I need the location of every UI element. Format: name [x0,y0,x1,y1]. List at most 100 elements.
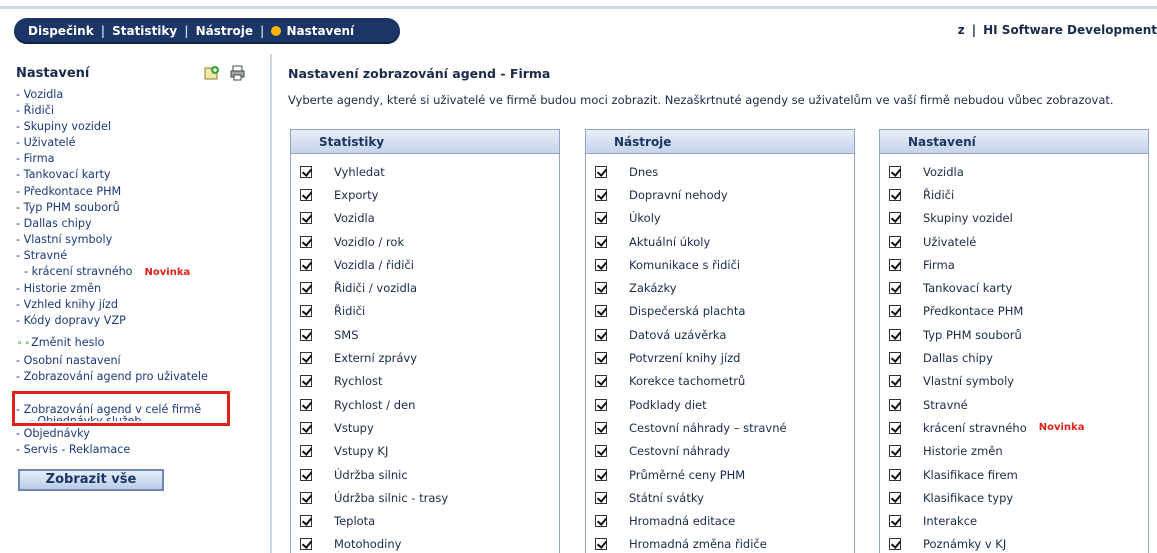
show-all-button[interactable]: Zobrazit vše [18,469,164,491]
agenda-row: Vozidla [291,207,559,230]
sidebar-item-objednavky[interactable]: - Objednávky [16,426,208,442]
sidebar-icons [204,65,246,85]
sidebar-item-stravne[interactable]: - Stravné [16,248,208,264]
agenda-checkbox[interactable] [300,165,312,178]
nav-dispecink[interactable]: Dispečink [28,24,94,38]
agenda-label: Aktuální úkoly [629,234,711,249]
agenda-checkbox[interactable] [595,398,607,411]
agenda-row: Vozidlo / rok [291,230,559,253]
print-icon[interactable] [230,65,246,85]
agenda-checkbox[interactable] [595,491,607,504]
agenda-checkbox[interactable] [889,491,901,504]
agenda-checkbox[interactable] [889,165,901,178]
agenda-checkbox[interactable] [595,212,607,225]
active-dot-icon [271,26,282,36]
agenda-label: Uživatelé [923,234,977,249]
agenda-checkbox[interactable] [889,468,901,481]
column-body: Dnes Dopravní nehody Úkoly Aktuální úkoly Ko… [586,154,854,553]
agenda-checkbox[interactable] [300,188,312,201]
agenda-checkbox[interactable] [889,375,901,388]
sidebar-item-servis-reklamace[interactable]: - Servis - Reklamace [16,442,208,458]
agenda-checkbox[interactable] [595,352,607,365]
agenda-checkbox[interactable] [889,328,901,341]
sidebar-item-vozidla[interactable]: - Vozidla [16,87,208,103]
agenda-row: Vstupy KJ [291,440,559,463]
agenda-checkbox[interactable] [889,421,901,434]
agenda-checkbox[interactable] [300,468,312,481]
column-nastroje: Nástroje Dnes Dopravní nehody Úkoly Aktuáln… [585,129,855,553]
sidebar-title: Nastavení [16,66,90,81]
agenda-checkbox[interactable] [595,305,607,318]
nav-nastroje[interactable]: Nástroje [196,24,253,38]
sidebar-item-kody-dopravy-vzp[interactable]: - Kódy dopravy VZP [16,313,208,329]
agenda-checkbox[interactable] [300,538,312,551]
agenda-checkbox[interactable] [300,398,312,411]
agenda-checkbox[interactable] [595,421,607,434]
agenda-checkbox[interactable] [300,305,312,318]
agenda-label: Tankovací karty [923,281,1013,296]
agenda-checkbox[interactable] [300,235,312,248]
sidebar-item-vlastni-symboly[interactable]: - Vlastní symboly [16,232,208,248]
agenda-checkbox[interactable] [300,212,312,225]
agenda-checkbox[interactable] [889,212,901,225]
agenda-checkbox[interactable] [595,282,607,295]
agenda-checkbox[interactable] [300,445,312,458]
agenda-checkbox[interactable] [889,305,901,318]
sidebar-item-predkontace-phm[interactable]: - Předkontace PHM [16,184,208,200]
add-icon[interactable] [204,65,220,85]
company-name: HI Software Development [983,23,1157,37]
agenda-label: Hromadná změna řidiče [629,537,767,552]
sidebar-item-kraceni-stravneho[interactable]: - krácení stravného Novinka [16,264,208,281]
agenda-checkbox[interactable] [300,375,312,388]
column-statistiky: Statistiky Vyhledat Exporty Vozidla Vozidlo… [290,129,560,553]
nav-statistiky[interactable]: Statistiky [112,24,177,38]
sidebar-item-osobni-nastaveni[interactable]: - Osobní nastavení [16,353,208,369]
agenda-checkbox[interactable] [595,188,607,201]
agenda-checkbox[interactable] [595,445,607,458]
agenda-checkbox[interactable] [889,282,901,295]
sidebar-item-dallas-chipy[interactable]: - Dallas chipy [16,216,208,232]
sidebar-item-firma[interactable]: - Firma [16,151,208,167]
agenda-checkbox[interactable] [300,515,312,528]
agenda-checkbox[interactable] [300,491,312,504]
agenda-checkbox[interactable] [595,515,607,528]
sidebar-item-zobrazovani-agend-uzivatel[interactable]: - Zobrazování agend pro uživatele [16,369,208,385]
agenda-checkbox[interactable] [595,468,607,481]
sidebar-item-historie-zmen[interactable]: - Historie změn [16,281,208,297]
sidebar-item-uzivatele[interactable]: - Uživatelé [16,135,208,151]
agenda-checkbox[interactable] [889,352,901,365]
sidebar-item-typ-phm-souboru[interactable]: - Typ PHM souborů [16,200,208,216]
agenda-checkbox[interactable] [889,188,901,201]
sidebar-item-label: - krácení stravného [24,265,133,279]
agenda-checkbox[interactable] [300,328,312,341]
agenda-checkbox[interactable] [595,328,607,341]
agenda-row: Komunikace s řidiči [586,253,854,276]
agenda-label: Historie změn [923,444,1003,459]
user-separator: | [971,23,977,37]
nav-nastaveni[interactable]: Nastavení [286,24,354,38]
sidebar-item-zmenit-heslo[interactable]: ⚬⚬Změnit heslo [16,335,208,352]
sidebar-item-skupiny-vozidel[interactable]: - Skupiny vozidel [16,119,208,135]
agenda-checkbox[interactable] [300,282,312,295]
agenda-checkbox[interactable] [595,538,607,551]
agenda-row: Cestovní náhrady – stravné [586,416,854,439]
agenda-label: Dispečerská plachta [629,304,746,319]
agenda-checkbox[interactable] [595,165,607,178]
username[interactable]: z [958,23,965,37]
agenda-checkbox[interactable] [300,352,312,365]
agenda-checkbox[interactable] [595,375,607,388]
agenda-checkbox[interactable] [889,515,901,528]
agenda-checkbox[interactable] [595,235,607,248]
agenda-checkbox[interactable] [889,258,901,271]
sidebar-item-vzhled-knihy-jizd[interactable]: - Vzhled knihy jízd [16,297,208,313]
sidebar-item-ridici[interactable]: - Řidiči [16,103,208,119]
agenda-label: Řidiči [923,187,955,202]
sidebar-item-tankovaci-karty[interactable]: - Tankovací karty [16,167,208,183]
agenda-checkbox[interactable] [889,235,901,248]
agenda-checkbox[interactable] [889,445,901,458]
agenda-checkbox[interactable] [889,538,901,551]
agenda-checkbox[interactable] [300,421,312,434]
agenda-checkbox[interactable] [889,398,901,411]
agenda-checkbox[interactable] [595,258,607,271]
agenda-checkbox[interactable] [300,258,312,271]
